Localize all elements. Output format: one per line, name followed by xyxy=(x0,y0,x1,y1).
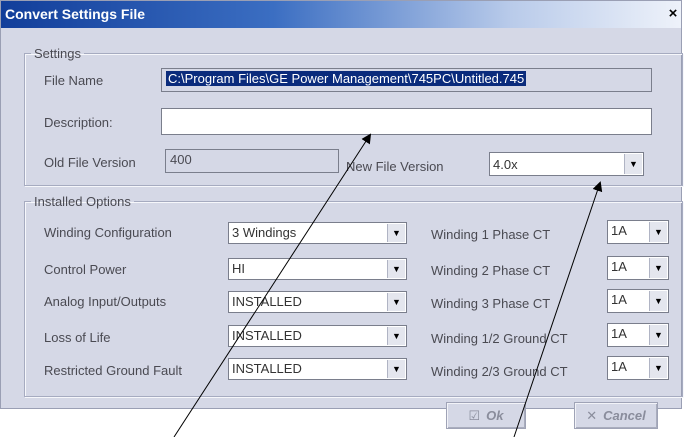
triangle-down-icon[interactable]: ▼ xyxy=(624,154,642,174)
ok-label: Ok xyxy=(486,408,504,423)
restricted-ground-fault-value: INSTALLED xyxy=(232,361,302,376)
control-power-label: Control Power xyxy=(44,262,127,277)
ok-button[interactable]: ☑ Ok xyxy=(446,402,526,429)
winding-configuration-value: 3 Windings xyxy=(232,225,297,240)
cancel-label: Cancel xyxy=(603,408,646,423)
new-file-version-select[interactable]: 4.0x ▼ xyxy=(489,152,644,176)
checkbox-check-icon: ☑ xyxy=(468,407,481,423)
winding2-phase-ct-select[interactable]: 1A ▼ xyxy=(607,256,669,280)
winding23-ground-ct-value: 1A xyxy=(611,359,627,374)
analog-io-label: Analog Input/Outputs xyxy=(44,294,167,309)
x-icon: ✕ xyxy=(586,407,598,423)
analog-io-value: INSTALLED xyxy=(232,294,302,309)
triangle-down-icon[interactable]: ▼ xyxy=(387,293,405,311)
winding12-ground-ct-value: 1A xyxy=(611,326,627,341)
triangle-down-icon[interactable]: ▼ xyxy=(649,258,667,278)
triangle-down-icon[interactable]: ▼ xyxy=(387,360,405,378)
file-name-field[interactable]: C:\Program Files\GE Power Management\745… xyxy=(161,68,652,92)
triangle-down-icon[interactable]: ▼ xyxy=(649,325,667,345)
winding23-ground-ct-label: Winding 2/3 Ground CT xyxy=(431,364,568,379)
analog-io-select[interactable]: INSTALLED ▼ xyxy=(228,291,407,313)
description-label: Description: xyxy=(44,115,113,130)
window-title: Convert Settings File xyxy=(5,6,146,22)
winding-configuration-select[interactable]: 3 Windings ▼ xyxy=(228,222,407,244)
winding1-phase-ct-select[interactable]: 1A ▼ xyxy=(607,220,669,244)
winding2-phase-ct-value: 1A xyxy=(611,259,627,274)
cancel-button[interactable]: ✕ Cancel xyxy=(574,402,658,429)
convert-settings-dialog: Convert Settings File × Settings File Na… xyxy=(0,0,683,429)
loss-of-life-label: Loss of Life xyxy=(44,330,111,345)
restricted-ground-fault-label: Restricted Ground Fault xyxy=(44,363,183,378)
file-name-value: C:\Program Files\GE Power Management\745… xyxy=(166,71,527,86)
triangle-down-icon[interactable]: ▼ xyxy=(649,222,667,242)
close-icon[interactable]: × xyxy=(665,5,681,23)
control-power-select[interactable]: HI ▼ xyxy=(228,258,407,280)
winding1-phase-ct-value: 1A xyxy=(611,223,627,238)
title-bar[interactable]: Convert Settings File × xyxy=(1,1,681,28)
loss-of-life-value: INSTALLED xyxy=(232,328,302,343)
triangle-down-icon[interactable]: ▼ xyxy=(649,358,667,378)
installed-options-legend: Installed Options xyxy=(34,194,131,209)
loss-of-life-select[interactable]: INSTALLED ▼ xyxy=(228,325,407,347)
winding3-phase-ct-select[interactable]: 1A ▼ xyxy=(607,289,669,313)
settings-legend: Settings xyxy=(34,46,81,61)
triangle-down-icon[interactable]: ▼ xyxy=(649,291,667,311)
winding1-phase-ct-label: Winding 1 Phase CT xyxy=(431,227,551,242)
triangle-down-icon[interactable]: ▼ xyxy=(387,327,405,345)
restricted-ground-fault-select[interactable]: INSTALLED ▼ xyxy=(228,358,407,380)
winding3-phase-ct-value: 1A xyxy=(611,292,627,307)
old-file-version-field: 400 xyxy=(165,149,339,173)
triangle-down-icon[interactable]: ▼ xyxy=(387,224,405,242)
winding23-ground-ct-select[interactable]: 1A ▼ xyxy=(607,356,669,380)
description-input[interactable] xyxy=(161,108,652,135)
control-power-value: HI xyxy=(232,261,245,276)
old-file-version-label: Old File Version xyxy=(44,155,136,170)
triangle-down-icon[interactable]: ▼ xyxy=(387,260,405,278)
winding-configuration-label: Winding Configuration xyxy=(44,225,172,240)
winding12-ground-ct-select[interactable]: 1A ▼ xyxy=(607,323,669,347)
winding2-phase-ct-label: Winding 2 Phase CT xyxy=(431,263,551,278)
file-name-label: File Name xyxy=(44,73,104,88)
new-file-version-value: 4.0x xyxy=(493,157,518,172)
winding12-ground-ct-label: Winding 1/2 Ground CT xyxy=(431,331,568,346)
new-file-version-label: New File Version xyxy=(346,159,444,174)
winding3-phase-ct-label: Winding 3 Phase CT xyxy=(431,296,551,311)
